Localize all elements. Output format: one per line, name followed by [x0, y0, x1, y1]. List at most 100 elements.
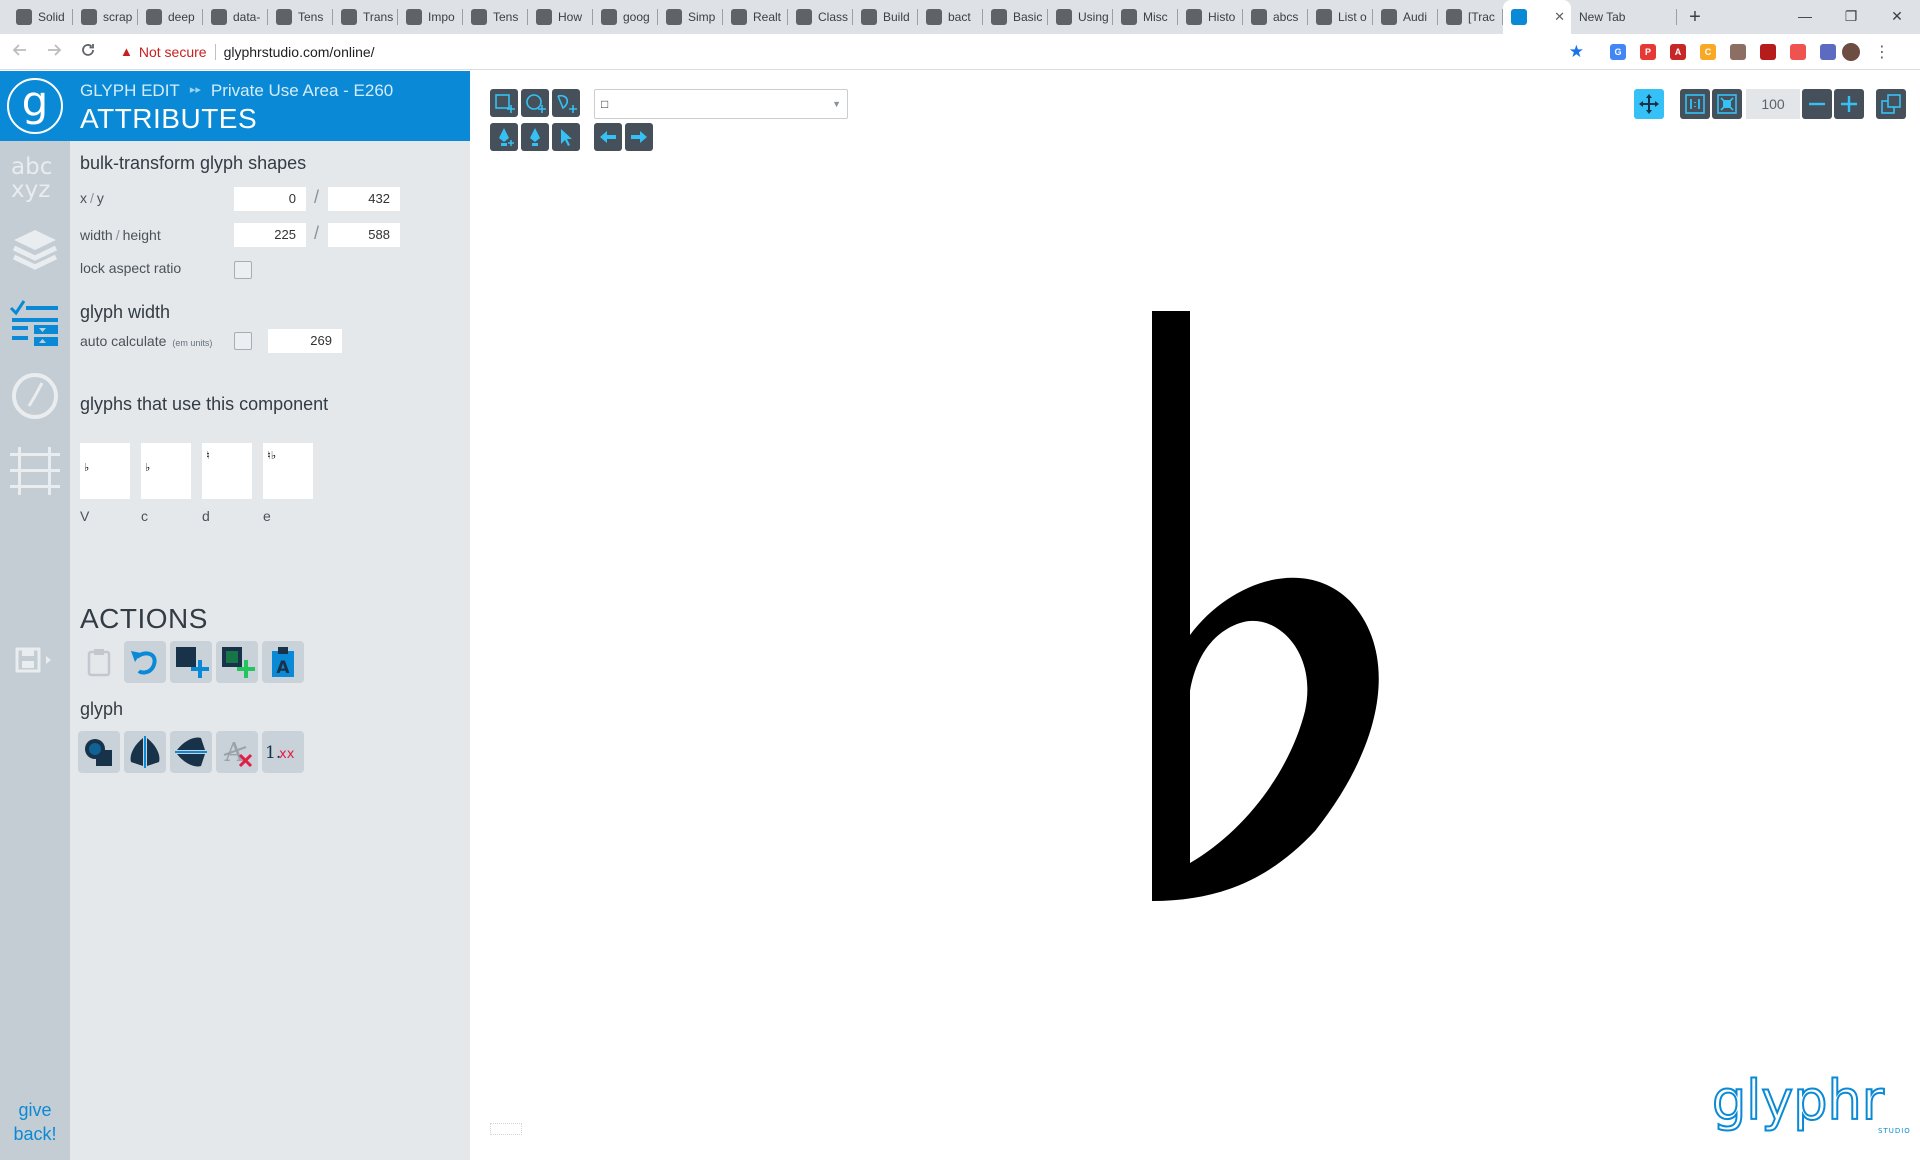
next-glyph-button[interactable] — [625, 123, 653, 151]
breadcrumb-location[interactable]: Private Use Area - E260 — [211, 81, 393, 101]
extension-icon[interactable] — [1760, 43, 1776, 60]
clear-glyph-button[interactable]: A — [216, 731, 258, 773]
glyphr-logo-tile[interactable]: g — [0, 71, 70, 141]
round-values-button[interactable]: 1. xx — [262, 731, 304, 773]
glyph-thumbnail-label: V — [80, 508, 90, 524]
back-button[interactable] — [6, 38, 34, 66]
browser-tab[interactable]: List o — [1308, 0, 1373, 34]
url-text[interactable]: glyphrstudio.com/online/ — [224, 44, 375, 60]
pen-plus-tool[interactable] — [521, 123, 549, 151]
minimize-button[interactable]: — — [1782, 0, 1828, 34]
browser-tab[interactable]: Basic — [983, 0, 1048, 34]
width-input[interactable]: 225 — [234, 223, 306, 247]
new-path-tool[interactable] — [552, 89, 580, 117]
edit-canvas[interactable]: □ ▼ 100 glyphr STUDIO — [470, 71, 1920, 1160]
pen-tool[interactable] — [490, 123, 518, 151]
glyph-thumbnail[interactable]: ♭ — [141, 443, 191, 499]
nav-attributes[interactable] — [0, 293, 70, 353]
extension-icon[interactable] — [1730, 43, 1746, 60]
browser-menu-icon[interactable]: ⋮ — [1874, 42, 1890, 62]
restore-button[interactable]: ❐ — [1828, 0, 1874, 34]
glyph-select-dropdown[interactable]: □ ▼ — [594, 89, 848, 119]
adblock-extension-icon[interactable]: A — [1670, 43, 1686, 60]
translate-extension-icon[interactable]: G — [1610, 43, 1626, 60]
pocket-extension-icon[interactable]: P — [1640, 43, 1656, 60]
bookmark-star-icon[interactable]: ★ — [1569, 42, 1584, 62]
browser-tab[interactable]: [Trac — [1438, 0, 1503, 34]
browser-tab[interactable]: Tens — [268, 0, 333, 34]
nav-layers[interactable] — [0, 219, 70, 279]
new-rectangle-tool[interactable] — [490, 89, 518, 117]
glyph-flat-shape[interactable] — [1150, 311, 1390, 911]
combine-shapes-button[interactable] — [78, 731, 120, 773]
close-window-button[interactable]: ✕ — [1874, 0, 1920, 34]
browser-tab[interactable]: Misc — [1113, 0, 1178, 34]
close-tab-icon[interactable]: ✕ — [1554, 9, 1565, 25]
new-oval-icon — [526, 94, 546, 113]
add-shape-button[interactable] — [170, 641, 212, 683]
browser-tab-new[interactable]: New Tab — [1571, 0, 1677, 34]
browser-tab[interactable]: Using — [1048, 0, 1113, 34]
browser-tab-active[interactable]: ✕ — [1503, 0, 1571, 34]
flip-vertical-button[interactable] — [170, 731, 212, 773]
new-oval-tool[interactable] — [521, 89, 549, 117]
zoom-in-button[interactable] — [1834, 89, 1864, 119]
browser-tab[interactable]: Build — [853, 0, 918, 34]
browser-tab[interactable]: Impo — [398, 0, 463, 34]
extension-icon[interactable] — [1820, 43, 1836, 60]
profile-avatar[interactable] — [1842, 42, 1860, 61]
shopping-extension-icon[interactable] — [1790, 43, 1806, 60]
nav-history[interactable] — [0, 366, 70, 426]
browser-tab[interactable]: Audi — [1373, 0, 1438, 34]
add-component-button[interactable] — [216, 641, 258, 683]
browser-tab[interactable]: Histo — [1178, 0, 1243, 34]
coupon-extension-icon[interactable]: C — [1700, 43, 1716, 60]
browser-tab[interactable]: Solid — [8, 0, 73, 34]
browser-tab[interactable]: scrap — [73, 0, 138, 34]
paste-button[interactable] — [78, 641, 120, 683]
nav-save[interactable] — [0, 631, 70, 691]
browser-tab[interactable]: Tens — [463, 0, 528, 34]
glyph-thumbnail[interactable]: ♮♭ — [263, 443, 313, 499]
arrow-tool[interactable] — [552, 123, 580, 151]
reload-button[interactable] — [74, 38, 102, 66]
fit-to-screen-button[interactable] — [1712, 89, 1742, 119]
xy-label: x / y — [80, 190, 104, 206]
y-input[interactable]: 432 — [328, 187, 400, 211]
popout-button[interactable] — [1876, 89, 1906, 119]
glyph-thumbnail[interactable]: ♮ — [202, 443, 252, 499]
browser-tab[interactable]: Class — [788, 0, 853, 34]
nav-glyph-chooser[interactable]: abc xyz — [0, 147, 70, 207]
zoom-level-field[interactable]: 100 — [1746, 89, 1800, 119]
security-label[interactable]: Not secure — [139, 44, 207, 60]
give-back-link[interactable]: give back! — [0, 1098, 70, 1146]
forward-button[interactable] — [40, 38, 68, 66]
pan-tool[interactable] — [1634, 89, 1664, 119]
browser-tab[interactable]: bact — [918, 0, 983, 34]
warning-icon: ▲ — [120, 44, 133, 59]
browser-tab[interactable]: data- — [203, 0, 268, 34]
breadcrumb-mode[interactable]: GLYPH EDIT — [80, 81, 180, 101]
auto-calculate-checkbox[interactable] — [234, 332, 252, 350]
previous-glyph-button[interactable] — [594, 123, 622, 151]
browser-tab[interactable]: goog — [593, 0, 658, 34]
browser-tab[interactable]: Trans — [333, 0, 398, 34]
browser-tab[interactable]: Simp — [658, 0, 723, 34]
browser-tab[interactable]: Realt — [723, 0, 788, 34]
actual-size-button[interactable] — [1680, 89, 1710, 119]
browser-tab[interactable]: How — [528, 0, 593, 34]
browser-tab[interactable]: abcs — [1243, 0, 1308, 34]
height-input[interactable]: 588 — [328, 223, 400, 247]
new-tab-button[interactable]: + — [1677, 0, 1713, 34]
zoom-out-button[interactable] — [1802, 89, 1832, 119]
glyph-width-input[interactable]: 269 — [268, 329, 342, 353]
x-input[interactable]: 0 — [234, 187, 306, 211]
nav-guides[interactable] — [0, 441, 70, 501]
flip-horizontal-button[interactable] — [124, 731, 166, 773]
browser-tab[interactable]: deep — [138, 0, 203, 34]
lock-aspect-checkbox[interactable] — [234, 261, 252, 279]
address-bar[interactable]: ▲ Not secure glyphrstudio.com/online/ ★ — [112, 37, 1592, 66]
undo-button[interactable] — [124, 641, 166, 683]
glyph-thumbnail[interactable]: ♭ — [80, 443, 130, 499]
get-shapes-button[interactable]: A — [262, 641, 304, 683]
